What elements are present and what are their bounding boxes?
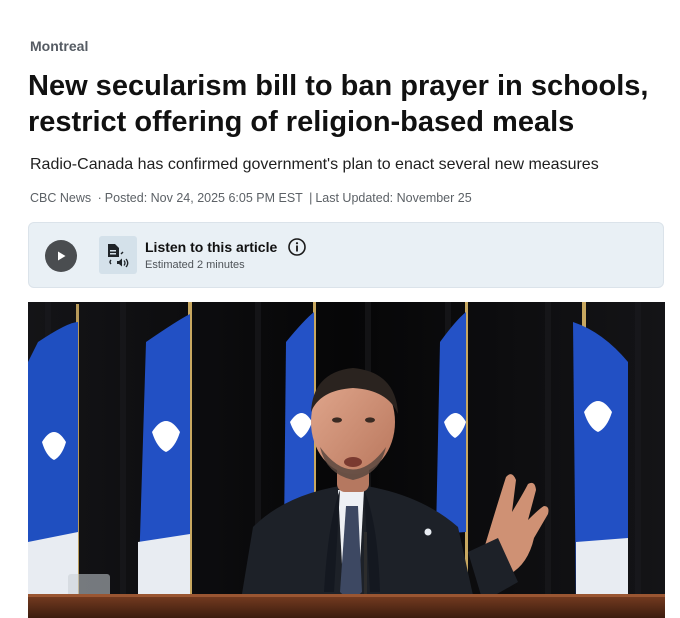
byline-updated: Last Updated: November 25	[315, 191, 472, 205]
subheadline: Radio-Canada has confirmed government's …	[30, 156, 599, 173]
byline-divider: |	[309, 191, 313, 205]
section-label[interactable]: Montreal	[30, 38, 88, 54]
listen-to-article-card: Listen to this article Estimated 2 minut…	[28, 222, 664, 288]
quebec-flag	[138, 302, 192, 618]
hero-photo	[28, 302, 665, 618]
byline-posted: Posted: Nov 24, 2025 6:05 PM EST	[104, 191, 303, 205]
byline-dot: ·	[97, 191, 102, 205]
listen-duration: Estimated 2 minutes	[145, 259, 245, 271]
podium	[28, 594, 665, 618]
hero-image[interactable]	[28, 302, 665, 618]
article-page: Montreal New secularism bill to ban pray…	[0, 0, 680, 618]
play-button[interactable]	[45, 240, 77, 272]
play-icon	[58, 251, 66, 261]
headline: New secularism bill to ban prayer in sch…	[28, 70, 649, 138]
quebec-flag	[28, 304, 79, 614]
listen-article-title[interactable]: Listen to this article	[145, 239, 277, 255]
byline: CBC News · Posted: Nov 24, 2025 6:05 PM E…	[30, 191, 472, 205]
info-icon[interactable]	[287, 237, 307, 257]
document-speaker-icon	[99, 236, 137, 274]
byline-source: CBC News	[30, 191, 92, 205]
